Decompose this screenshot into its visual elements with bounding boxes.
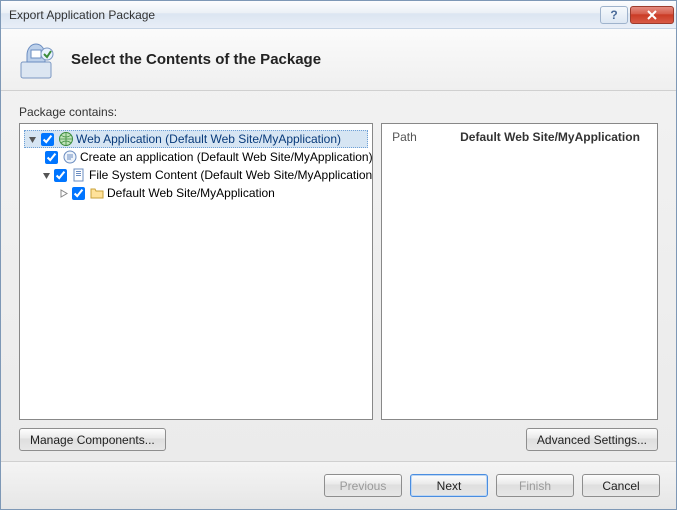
manage-components-button[interactable]: Manage Components... bbox=[19, 428, 166, 451]
next-button[interactable]: Next bbox=[410, 474, 488, 497]
tree-node-label: File System Content (Default Web Site/My… bbox=[89, 168, 373, 182]
expander-icon[interactable] bbox=[27, 134, 38, 145]
dialog-header: Select the Contents of the Package bbox=[1, 29, 676, 91]
expander-icon[interactable] bbox=[42, 170, 51, 181]
previous-button[interactable]: Previous bbox=[324, 474, 402, 497]
dialog-body: Package contains: Web Application (Defau… bbox=[1, 91, 676, 461]
dialog-title: Select the Contents of the Package bbox=[71, 51, 321, 68]
folder-icon bbox=[89, 185, 105, 201]
tree-node-label: Default Web Site/MyApplication bbox=[107, 186, 275, 200]
tree-panel[interactable]: Web Application (Default Web Site/MyAppl… bbox=[19, 123, 373, 420]
detail-row-path: Path Default Web Site/MyApplication bbox=[392, 130, 647, 144]
detail-panel: Path Default Web Site/MyApplication bbox=[381, 123, 658, 420]
package-contains-label: Package contains: bbox=[19, 105, 658, 119]
tree-node-label: Create an application (Default Web Site/… bbox=[80, 150, 373, 164]
file-content-icon bbox=[71, 167, 87, 183]
advanced-settings-button[interactable]: Advanced Settings... bbox=[526, 428, 658, 451]
mid-button-row: Manage Components... Advanced Settings..… bbox=[19, 428, 658, 451]
tree-checkbox[interactable] bbox=[41, 133, 54, 146]
globe-icon bbox=[58, 131, 74, 147]
tree-node-label: Web Application (Default Web Site/MyAppl… bbox=[76, 132, 341, 146]
help-button[interactable]: ? bbox=[600, 6, 628, 24]
dialog-footer: Previous Next Finish Cancel bbox=[1, 461, 676, 509]
app-icon bbox=[62, 149, 78, 165]
close-icon bbox=[647, 10, 657, 20]
tree-node-child[interactable]: Create an application (Default Web Site/… bbox=[40, 148, 368, 166]
content-panels: Web Application (Default Web Site/MyAppl… bbox=[19, 123, 658, 420]
detail-path-value: Default Web Site/MyApplication bbox=[460, 130, 640, 144]
tree-checkbox[interactable] bbox=[54, 169, 67, 182]
tree-node-child[interactable]: Default Web Site/MyApplication bbox=[56, 184, 368, 202]
window-title: Export Application Package bbox=[9, 8, 598, 22]
tree-checkbox[interactable] bbox=[72, 187, 85, 200]
tree-checkbox[interactable] bbox=[45, 151, 58, 164]
tree-node-child[interactable]: File System Content (Default Web Site/My… bbox=[40, 166, 368, 184]
cancel-button[interactable]: Cancel bbox=[582, 474, 660, 497]
finish-button[interactable]: Finish bbox=[496, 474, 574, 497]
dialog-window: Export Application Package ? Select the … bbox=[0, 0, 677, 510]
titlebar: Export Application Package ? bbox=[1, 1, 676, 29]
expander-icon[interactable] bbox=[58, 188, 69, 199]
close-button[interactable] bbox=[630, 6, 674, 24]
tree-node-root[interactable]: Web Application (Default Web Site/MyAppl… bbox=[24, 130, 368, 148]
detail-path-label: Path bbox=[392, 130, 442, 144]
package-icon bbox=[17, 40, 57, 80]
